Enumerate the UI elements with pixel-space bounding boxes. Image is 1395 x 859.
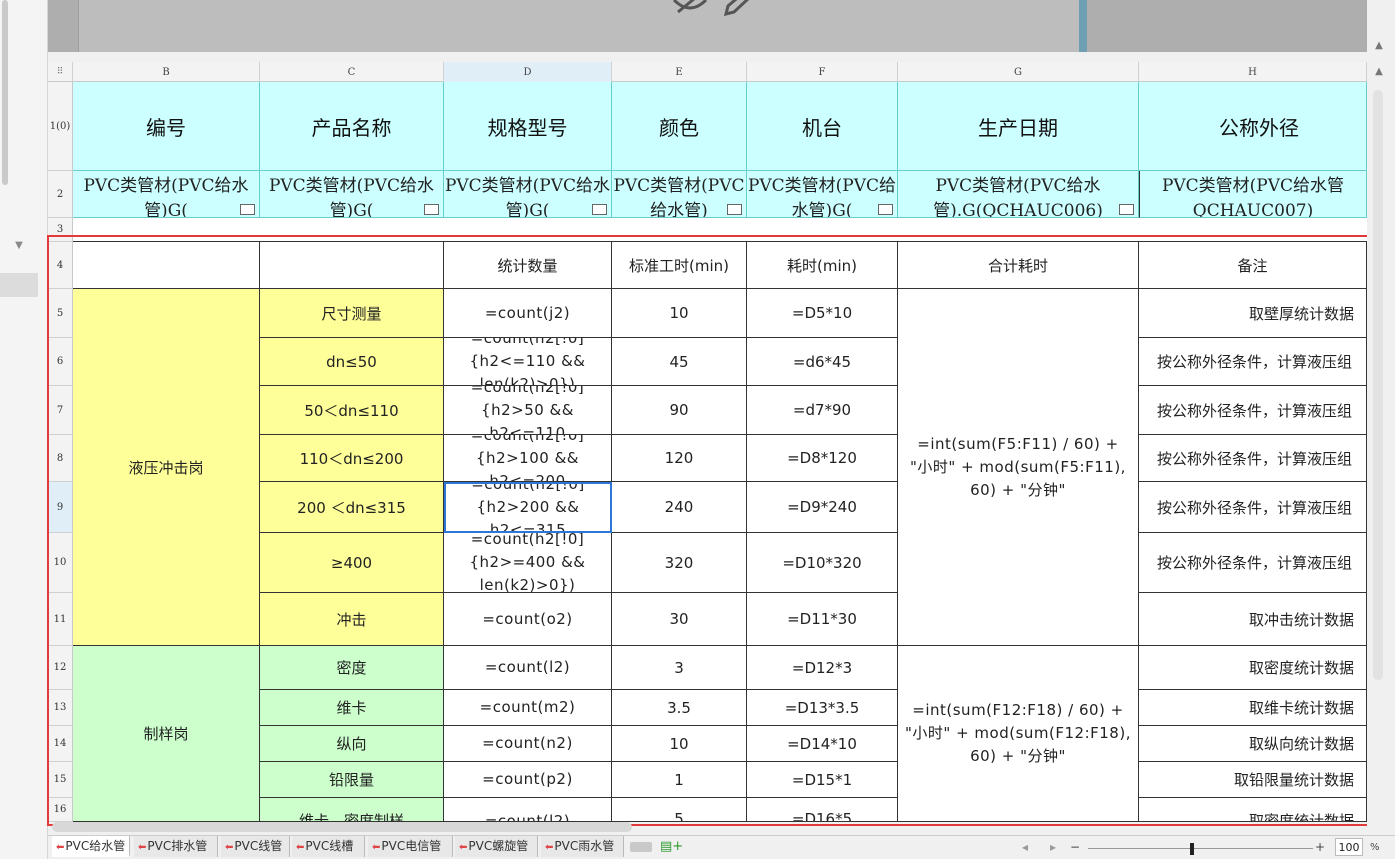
row2-text: PVC类管材(PVC给水管)G( <box>83 176 249 218</box>
left-scrollbar-thumb[interactable] <box>2 0 8 185</box>
column-header-d[interactable]: D <box>444 62 612 82</box>
row-header[interactable]: 2 <box>48 171 73 218</box>
collapse-arrow-icon[interactable]: ▼ <box>12 240 26 252</box>
scroll-up-small-icon[interactable]: ▲ <box>1372 66 1386 80</box>
header-cell-number[interactable]: 编号 <box>73 82 260 171</box>
sheet-icon: ⬅ <box>459 842 468 853</box>
row2-cell-e[interactable]: PVC类管材(PVC给水管) <box>612 171 747 218</box>
column-header-h[interactable]: H <box>1139 62 1367 82</box>
header-cell-product-name[interactable]: 产品名称 <box>260 82 444 171</box>
left-panel-highlight <box>0 273 38 297</box>
zoom-in-button[interactable]: + <box>1315 840 1325 854</box>
row2-text: PVC类管材(PVC给水管)G( <box>444 176 611 218</box>
add-sheet-icon[interactable]: ▤+ <box>660 839 683 855</box>
zoom-slider-track[interactable] <box>1088 848 1313 849</box>
more-sheets-icon[interactable] <box>630 842 652 852</box>
page-prev-icon[interactable]: ◂ <box>1022 840 1028 854</box>
dropdown-icon[interactable] <box>240 204 255 215</box>
sheet-tab[interactable]: ⬅PVC螺旋管 <box>455 836 538 857</box>
column-header-g[interactable]: G <box>898 62 1139 82</box>
sheet-tab-label: PVC线槽 <box>305 839 354 853</box>
column-header-b[interactable]: B <box>73 62 260 82</box>
sheet-icon: ⬅ <box>545 842 554 853</box>
sheet-tab-label: PVC线管 <box>234 839 283 853</box>
row2-cell-h[interactable]: PVC类管材(PVC给水管QCHAUC007) <box>1139 171 1367 218</box>
sheet-icon: ⬅ <box>296 842 305 853</box>
sheet-tab-label: PVC螺旋管 <box>468 839 529 853</box>
row2-text: PVC类管材(PVC给水管)G( <box>268 176 435 218</box>
row2-cell-d[interactable]: PVC类管材(PVC给水管)G( <box>444 171 612 218</box>
page-next-icon[interactable]: ▸ <box>1050 840 1056 854</box>
sheet-tab[interactable]: ⬅PVC线管 <box>221 836 290 857</box>
row2-cell-b[interactable]: PVC类管材(PVC给水管)G( <box>73 171 260 218</box>
vertical-scrollbar-track[interactable] <box>1373 90 1383 680</box>
select-all-corner[interactable]: ⠿ <box>48 62 73 82</box>
row2-text: PVC类管材(PVC给水管).G(QCHAUC006) <box>933 176 1103 218</box>
scroll-up-icon[interactable]: ▲ <box>1372 40 1386 54</box>
zoom-out-button[interactable]: − <box>1070 840 1080 854</box>
sheet-icon: ⬅ <box>225 842 234 853</box>
dropdown-icon[interactable] <box>424 204 439 215</box>
sheet-icon: ⬅ <box>372 842 381 853</box>
sheet-tab[interactable]: ⬅PVC雨水管 <box>541 836 624 857</box>
dropdown-icon[interactable] <box>1119 204 1134 215</box>
zoom-unit: % <box>1370 842 1380 853</box>
highlight-frame <box>47 235 1369 826</box>
dropdown-icon[interactable] <box>727 204 742 215</box>
sheet-tab[interactable]: ⬅PVC电信管 <box>368 836 453 857</box>
preview-image-area <box>78 0 1081 52</box>
zoom-slider-knob[interactable] <box>1190 843 1194 855</box>
sheet-tab[interactable]: ⬅PVC线槽 <box>292 836 365 857</box>
row2-text: PVC类管材(PVC给水管) <box>613 176 745 218</box>
column-header-e[interactable]: E <box>612 62 747 82</box>
row2-cell-c[interactable]: PVC类管材(PVC给水管)G( <box>260 171 444 218</box>
header-cell-spec[interactable]: 规格型号 <box>444 82 612 171</box>
sheet-tab-label: PVC给水管 <box>65 839 126 853</box>
row2-cell-f[interactable]: PVC类管材(PVC给水管)G( <box>747 171 898 218</box>
sheet-tab-label: PVC排水管 <box>147 839 208 853</box>
header-cell-machine[interactable]: 机台 <box>747 82 898 171</box>
edit-pencil-icon[interactable] <box>722 0 752 19</box>
zoom-level-input[interactable]: 100 <box>1335 838 1363 856</box>
horizontal-scrollbar-thumb[interactable] <box>52 822 632 832</box>
sheet-tab-label: PVC电信管 <box>381 839 442 853</box>
dropdown-icon[interactable] <box>878 204 893 215</box>
row2-text: PVC类管材(PVC给水管)G( <box>747 176 897 218</box>
column-header-f[interactable]: F <box>747 62 898 82</box>
preview-divider <box>1079 0 1087 52</box>
sheet-tab-label: PVC雨水管 <box>554 839 615 853</box>
column-header-c[interactable]: C <box>260 62 444 82</box>
sheet-icon: ⬅ <box>138 842 147 853</box>
row-header[interactable]: 1(0) <box>48 82 73 171</box>
header-cell-production-date[interactable]: 生产日期 <box>898 82 1139 171</box>
sheet-tab[interactable]: ⬅PVC给水管 <box>52 836 130 857</box>
row2-cell-g[interactable]: PVC类管材(PVC给水管).G(QCHAUC006) <box>898 171 1139 218</box>
header-cell-outer-diameter[interactable]: 公称外径 <box>1139 82 1367 171</box>
row2-text: PVC类管材(PVC给水管QCHAUC007) <box>1161 176 1345 218</box>
sheet-tab[interactable]: ⬅PVC排水管 <box>134 836 218 857</box>
header-cell-color[interactable]: 颜色 <box>612 82 747 171</box>
sheet-icon: ⬅ <box>56 842 65 853</box>
hide-eye-icon[interactable] <box>672 0 708 19</box>
dropdown-icon[interactable] <box>592 204 607 215</box>
